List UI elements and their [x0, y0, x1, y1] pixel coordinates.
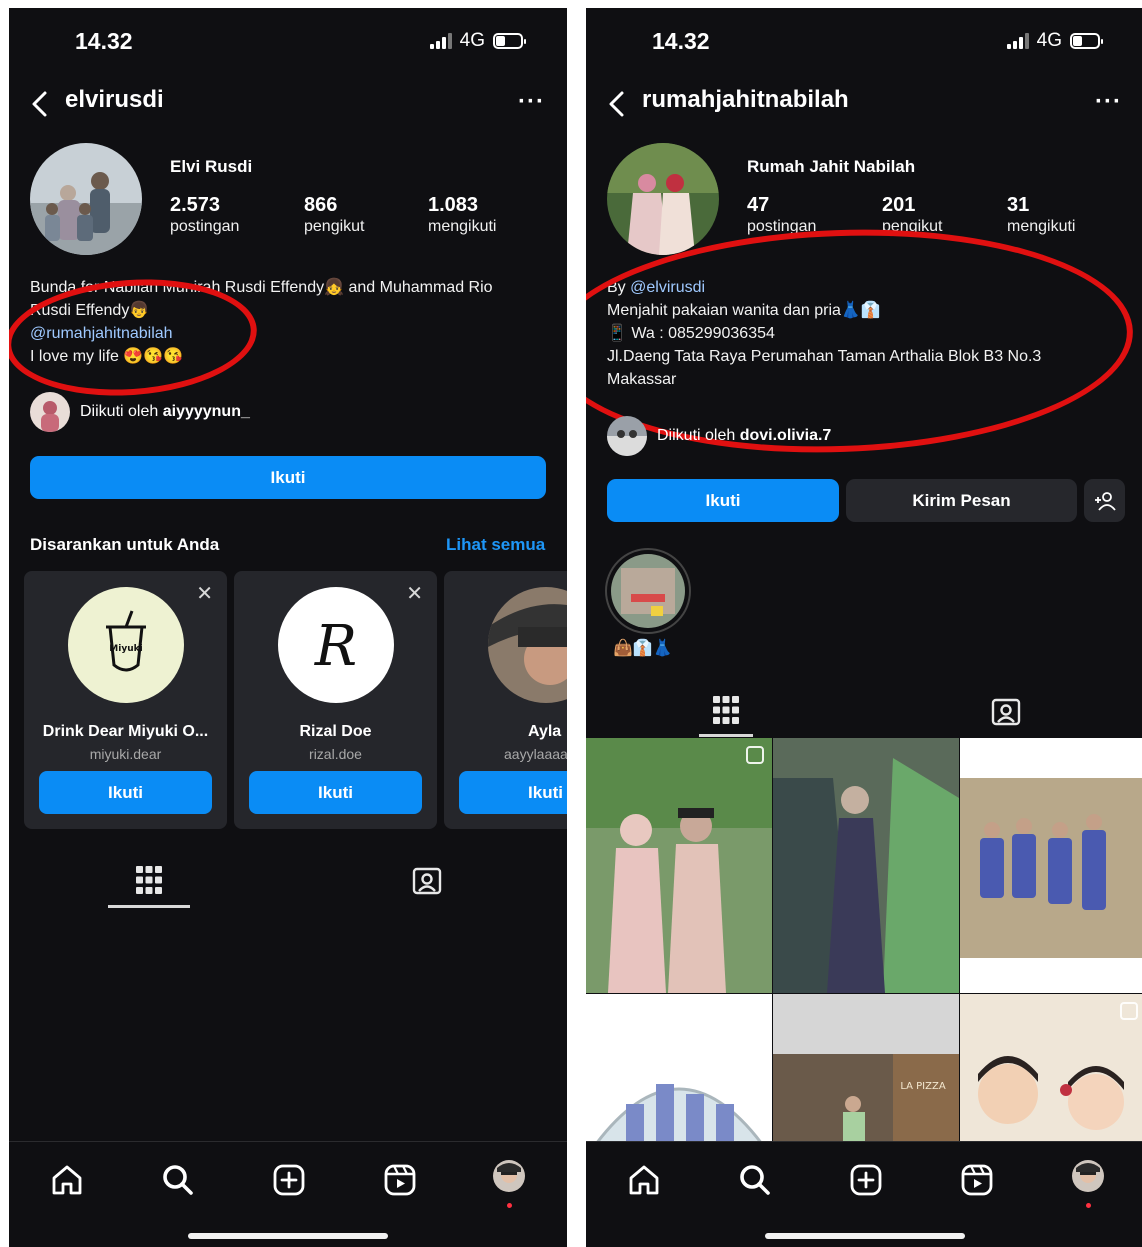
multi-post-icon — [1120, 1002, 1138, 1020]
follow-button[interactable]: Ikuti — [607, 479, 839, 522]
home-indicator — [188, 1233, 388, 1239]
add-person-button[interactable] — [1084, 479, 1125, 522]
follower-avatar — [30, 392, 70, 432]
status-time: 14.32 — [75, 28, 133, 54]
tagged-icon[interactable] — [412, 865, 442, 895]
followed-by-row[interactable]: Diikuti oleh dovi.olivia.7 — [607, 416, 831, 456]
signal-icon — [1006, 33, 1029, 49]
tagged-icon[interactable] — [991, 696, 1021, 726]
status-indicators: 4G — [429, 30, 526, 52]
search-icon[interactable] — [160, 1162, 196, 1198]
suggestion-username: miyuki.dear — [89, 746, 162, 762]
suggestion-card[interactable]: ✕ R Rizal Doe rizal.doe Ikuti — [234, 571, 437, 829]
profile-username-header: elvirusdi — [65, 86, 164, 113]
phone-screen-left: 14.32 4G elvirusdi ··· Elvi Rusdi 2.573 … — [9, 8, 567, 1247]
signal-icon — [429, 33, 452, 49]
story-highlight[interactable] — [605, 548, 691, 634]
suggestions-title: Disarankan untuk Anda — [30, 535, 220, 554]
battery-icon — [1070, 33, 1103, 49]
stat-following-count[interactable]: 31 — [1007, 194, 1029, 217]
suggestion-follow-button[interactable]: Ikuti — [459, 771, 567, 814]
profile-tab-avatar[interactable] — [1072, 1160, 1104, 1192]
suggestion-card[interactable]: Ayla aayylaaaa Ikuti — [444, 571, 567, 829]
tab-active-indicator — [108, 905, 190, 908]
grid-icon[interactable] — [136, 866, 162, 894]
search-icon[interactable] — [737, 1162, 773, 1198]
dismiss-icon[interactable]: ✕ — [196, 581, 213, 606]
profile-avatar[interactable] — [607, 143, 719, 255]
suggestion-follow-button[interactable]: Ikuti — [39, 771, 212, 814]
more-options-icon[interactable]: ··· — [518, 88, 545, 116]
stat-posts-label[interactable]: postingan — [170, 218, 239, 236]
profile-avatar[interactable] — [30, 143, 142, 255]
multi-post-icon — [746, 746, 764, 764]
post-thumbnail[interactable] — [960, 738, 1142, 993]
battery-icon — [493, 33, 526, 49]
suggestion-name[interactable]: Drink Dear Miyuki O... — [24, 723, 227, 741]
home-indicator — [765, 1233, 965, 1239]
suggestion-avatar[interactable]: R — [278, 587, 394, 703]
grid-icon[interactable] — [713, 696, 739, 724]
stat-followers-count[interactable]: 201 — [882, 194, 915, 217]
suggestion-card[interactable]: ✕ Miyuki Drink Dear Miyuki O... miyuki.d… — [24, 571, 227, 829]
post-thumbnail[interactable] — [773, 738, 959, 993]
reels-icon[interactable] — [959, 1162, 995, 1198]
stat-followers-label[interactable]: pengikut — [304, 218, 365, 236]
profile-display-name: Elvi Rusdi — [170, 157, 253, 176]
stat-posts-count[interactable]: 47 — [747, 194, 769, 217]
followed-by-user[interactable]: dovi.olivia.7 — [740, 427, 832, 444]
status-indicators: 4G — [1006, 30, 1103, 52]
profile-display-name: Rumah Jahit Nabilah — [747, 157, 916, 176]
profile-tab-avatar[interactable] — [493, 1160, 525, 1192]
back-arrow-icon[interactable] — [25, 88, 57, 120]
multi-post-icon — [1120, 746, 1138, 764]
home-icon[interactable] — [626, 1162, 662, 1198]
stat-following-label[interactable]: mengikuti — [428, 218, 496, 236]
post-thumbnail[interactable] — [586, 738, 772, 993]
followed-by-prefix: Diikuti oleh — [80, 403, 159, 420]
follower-avatar — [607, 416, 647, 456]
add-person-icon — [1094, 491, 1116, 511]
dismiss-icon[interactable]: ✕ — [406, 581, 423, 606]
notification-dot — [1086, 1203, 1091, 1208]
miyuki-logo-text: Miyuki — [109, 644, 142, 654]
follow-button[interactable]: Ikuti — [30, 456, 546, 499]
bottom-nav — [586, 1141, 1142, 1247]
suggestion-follow-button[interactable]: Ikuti — [249, 771, 422, 814]
suggestion-username: aayylaaaa — [504, 746, 567, 762]
suggestion-name[interactable]: Ayla — [528, 723, 567, 741]
phone-screen-right: 14.32 4G rumahjahitnabilah ··· Rumah Jah… — [586, 8, 1142, 1247]
create-post-icon[interactable] — [848, 1162, 884, 1198]
suggestion-username: rizal.doe — [309, 746, 362, 762]
suggestion-avatar[interactable] — [488, 587, 567, 703]
stat-posts-count[interactable]: 2.573 — [170, 194, 220, 217]
highlight-label: 👜👔👗 — [613, 640, 673, 657]
home-icon[interactable] — [49, 1162, 85, 1198]
tab-active-indicator — [699, 734, 753, 737]
network-type: 4G — [1036, 30, 1062, 51]
stat-following-count[interactable]: 1.083 — [428, 194, 478, 217]
stat-following-label[interactable]: mengikuti — [1007, 218, 1075, 236]
followed-by-user[interactable]: aiyyyynun_ — [163, 403, 250, 420]
profile-username-header: rumahjahitnabilah — [642, 86, 849, 113]
followed-by-prefix: Diikuti oleh — [657, 427, 736, 444]
more-options-icon[interactable]: ··· — [1095, 88, 1122, 116]
status-time: 14.32 — [652, 28, 710, 54]
suggestion-avatar[interactable]: Miyuki — [68, 587, 184, 703]
post-sign-text: LA PIZZA — [900, 1081, 946, 1092]
stat-followers-count[interactable]: 866 — [304, 194, 337, 217]
create-post-icon[interactable] — [271, 1162, 307, 1198]
suggestion-name[interactable]: Rizal Doe — [234, 723, 437, 741]
send-message-button[interactable]: Kirim Pesan — [846, 479, 1077, 522]
back-arrow-icon[interactable] — [602, 88, 634, 120]
notification-dot — [507, 1203, 512, 1208]
network-type: 4G — [459, 30, 485, 51]
multi-post-icon — [746, 1002, 764, 1020]
reels-icon[interactable] — [382, 1162, 418, 1198]
bottom-nav — [9, 1141, 567, 1247]
see-all-link[interactable]: Lihat semua — [446, 535, 545, 555]
rizal-logo-text: R — [314, 614, 357, 679]
followed-by-row[interactable]: Diikuti oleh aiyyyynun_ — [30, 392, 250, 432]
